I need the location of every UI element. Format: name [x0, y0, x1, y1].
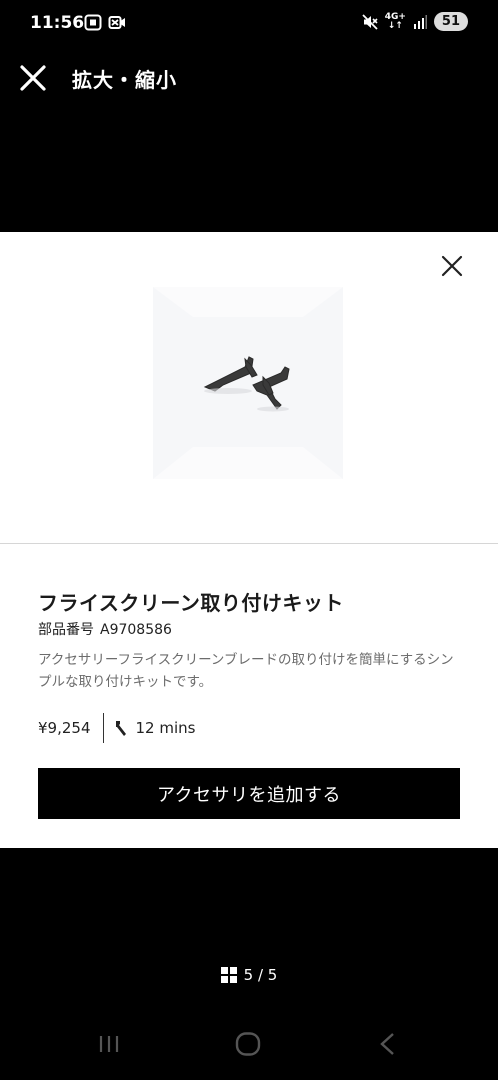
bracket-kit-image: [153, 287, 343, 479]
product-title: フライスクリーン取り付けキット: [38, 591, 344, 615]
home-icon[interactable]: [235, 1032, 261, 1056]
product-image: [153, 287, 343, 479]
network-type: 4G+ ↓↑: [385, 12, 406, 31]
price-time-row: ¥9,254 12 mins: [38, 713, 195, 743]
card-close-icon[interactable]: [440, 254, 464, 278]
status-time: 11:56: [30, 13, 85, 33]
data-arrows-icon: ↓↑: [387, 20, 403, 31]
meta-separator: [102, 713, 104, 743]
back-icon[interactable]: [377, 1032, 399, 1056]
top-app-bar: 拡大・縮小: [0, 52, 498, 102]
pager-label: 5 / 5: [243, 966, 278, 984]
price: ¥9,254: [38, 719, 91, 737]
status-bar: 11:56 4G+ ↓↑ 51: [0, 0, 498, 48]
product-card: フライスクリーン取り付けキット 部品番号 A9708586 アクセサリーフライスク…: [0, 232, 498, 848]
battery-indicator: 51: [433, 12, 468, 31]
install-time: 12 mins: [135, 719, 196, 737]
recents-icon[interactable]: [97, 1032, 121, 1056]
status-system-icons: 4G+ ↓↑ 51: [362, 12, 468, 31]
screen-record-icon: [108, 16, 125, 29]
signal-icon: [413, 14, 427, 29]
page-title: 拡大・縮小: [72, 68, 177, 92]
close-icon[interactable]: [18, 63, 48, 93]
wrench-icon: [115, 721, 126, 736]
add-accessory-button[interactable]: アクセサリを追加する: [38, 768, 460, 819]
part-number-value: A9708586: [100, 622, 172, 638]
mute-icon: [362, 13, 378, 30]
screenshot-icon: [84, 14, 102, 31]
divider: [0, 543, 498, 544]
product-description: アクセサリーフライスクリーンブレードの取り付けを簡単にするシンプルな取り付けキッ…: [38, 652, 454, 690]
system-nav-bar: [0, 1020, 498, 1070]
status-notification-icons: [84, 14, 126, 31]
part-number-row: 部品番号 A9708586: [38, 619, 178, 639]
grid-icon[interactable]: [220, 967, 237, 983]
image-pager: 5 / 5: [0, 966, 498, 984]
part-number-label: 部品番号: [38, 622, 94, 638]
